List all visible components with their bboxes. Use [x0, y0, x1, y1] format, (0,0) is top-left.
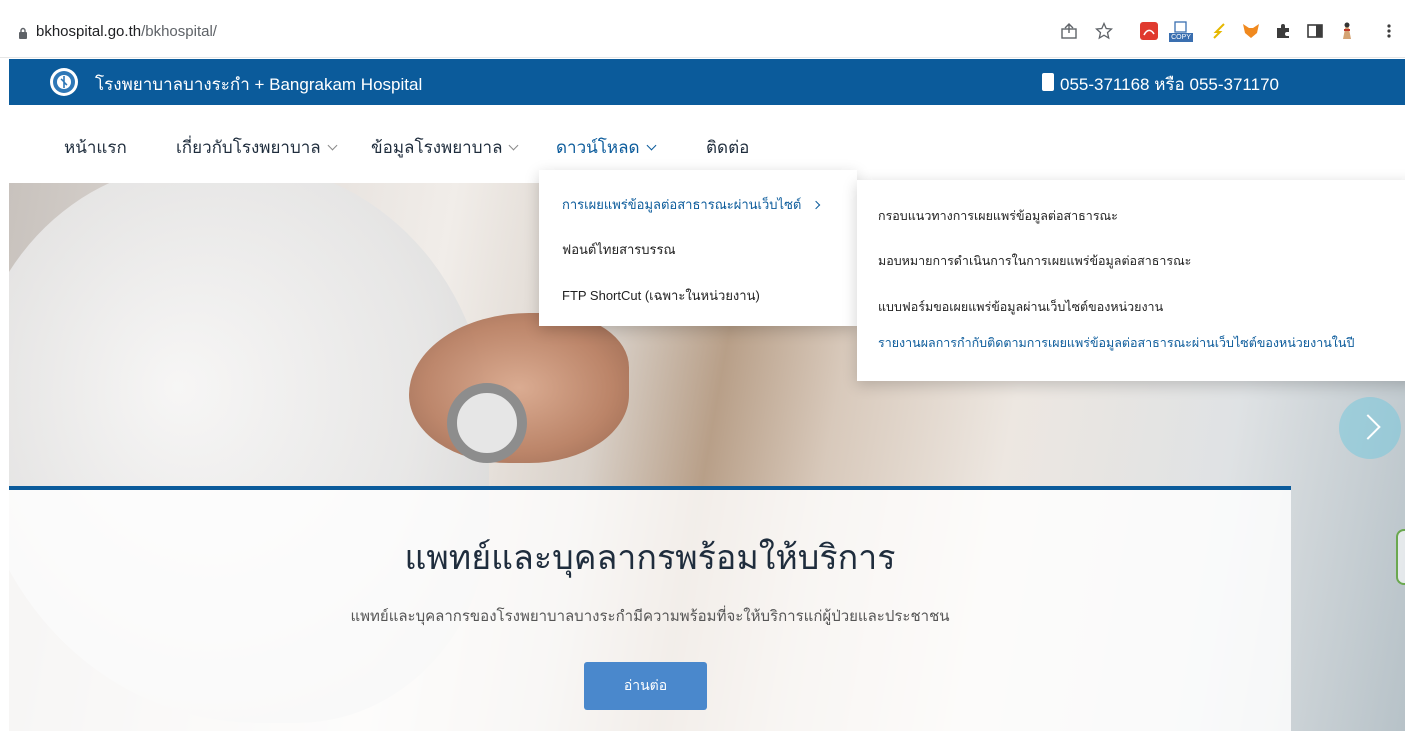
nav-item-download[interactable]: ดาวน์โหลด: [556, 134, 657, 161]
bolt-icon[interactable]: [1208, 20, 1230, 42]
dropdown-item-label: ฟอนต์ไทยสารบรรณ: [562, 242, 676, 257]
hero-subtitle: แพทย์และบุคลากรของโรงพยาบาลบางระกำมีความ…: [350, 608, 950, 625]
avatar-icon[interactable]: [1336, 20, 1358, 42]
star-icon[interactable]: [1093, 20, 1115, 42]
dropdown-item-ftp-shortcut[interactable]: FTP ShortCut (เฉพาะในหน่วยงาน): [562, 285, 760, 306]
submenu-item-monitoring-report[interactable]: รายงานผลการกำกับติดตามการเผยแพร่ข้อมูลต่…: [878, 333, 1354, 353]
submenu-item-request-form[interactable]: แบบฟอร์มขอเผยแพร่ข้อมูลผ่านเว็บไซต์ของหน…: [878, 297, 1163, 317]
nav-item-about[interactable]: เกี่ยวกับโรงพยาบาล: [176, 134, 338, 161]
pdf-icon[interactable]: [1138, 20, 1160, 42]
url-path: /bkhospital/: [141, 23, 217, 40]
site-brand[interactable]: โรงพยาบาลบางระกำ + Bangrakam Hospital: [95, 71, 422, 98]
nav-item-contact[interactable]: ติดต่อ: [706, 134, 749, 161]
fox-icon[interactable]: [1240, 20, 1262, 42]
lock-icon: [19, 27, 27, 39]
dropdown-item-label: FTP ShortCut (เฉพาะในหน่วยงาน): [562, 288, 760, 303]
copy-badge: COPY: [1169, 32, 1193, 42]
download-dropdown: การเผยแพร่ข้อมูลต่อสาธารณะผ่านเว็บไซต์ ฟ…: [539, 170, 857, 326]
slider-next-button[interactable]: [1339, 397, 1401, 459]
hero-title: แพทย์และบุคลากรพร้อมให้บริการ: [404, 539, 896, 577]
chevron-right-icon: [812, 200, 821, 209]
read-more-button[interactable]: อ่านต่อ: [584, 662, 707, 710]
stethoscope-image: [447, 383, 527, 463]
nav-item-info[interactable]: ข้อมูลโรงพยาบาล: [371, 134, 519, 161]
nav-item-label: ดาวน์โหลด: [556, 138, 640, 157]
top-bar: โรงพยาบาลบางระกำ + Bangrakam Hospital 05…: [9, 59, 1405, 105]
puzzle-icon[interactable]: [1272, 20, 1294, 42]
nav-item-label: เกี่ยวกับโรงพยาบาล: [176, 138, 321, 157]
dropdown-item-thai-font[interactable]: ฟอนต์ไทยสารบรรณ: [562, 239, 676, 260]
phone-icon: [1042, 73, 1054, 91]
submenu-item-assignment[interactable]: มอบหมายการดำเนินการในการเผยแพร่ข้อมูลต่อ…: [878, 251, 1191, 271]
more-icon[interactable]: [1378, 20, 1400, 42]
browser-address-bar: bkhospital.go.th/bkhospital/ COPY: [0, 0, 1405, 58]
dropdown-item-public-disclosure[interactable]: การเผยแพร่ข้อมูลต่อสาธารณะผ่านเว็บไซต์: [562, 194, 821, 215]
nav-item-home[interactable]: หน้าแรก: [64, 134, 127, 161]
chevron-down-icon: [509, 140, 519, 150]
side-widget-tab[interactable]: [1396, 529, 1405, 585]
submenu-item-framework[interactable]: กรอบแนวทางการเผยแพร่ข้อมูลต่อสาธารณะ: [878, 206, 1118, 226]
url-field[interactable]: bkhospital.go.th/bkhospital/: [36, 23, 217, 40]
nav-item-label: หน้าแรก: [64, 138, 127, 157]
chevron-down-icon: [646, 140, 657, 150]
sidepanel-icon[interactable]: [1304, 20, 1326, 42]
dropdown-item-label: การเผยแพร่ข้อมูลต่อสาธารณะผ่านเว็บไซต์: [562, 197, 802, 212]
hospital-logo[interactable]: [50, 68, 78, 96]
hero-caption: แพทย์และบุคลากรพร้อมให้บริการ แพทย์และบุ…: [9, 486, 1291, 731]
phone-number: 055-371168 หรือ 055-371170: [1060, 75, 1279, 94]
public-disclosure-submenu: กรอบแนวทางการเผยแพร่ข้อมูลต่อสาธารณะ มอบ…: [857, 180, 1405, 381]
nav-item-label: ข้อมูลโรงพยาบาล: [371, 138, 503, 157]
share-icon[interactable]: [1058, 20, 1080, 42]
nav-item-label: ติดต่อ: [706, 138, 750, 157]
copy-icon[interactable]: COPY: [1169, 20, 1193, 42]
url-host: bkhospital.go.th: [36, 23, 142, 40]
chevron-down-icon: [327, 140, 338, 150]
